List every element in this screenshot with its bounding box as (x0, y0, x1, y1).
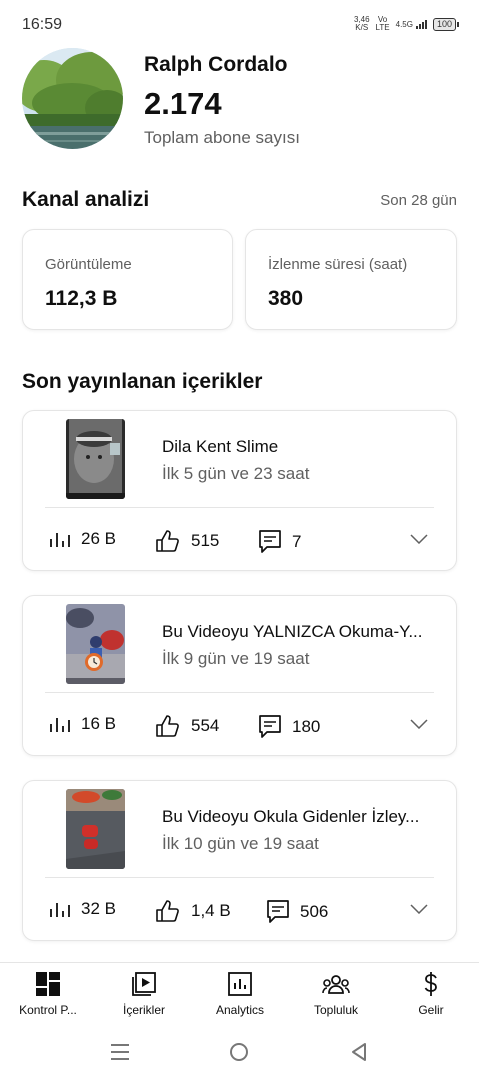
bar-chart-icon (49, 899, 71, 919)
nav-analytics[interactable]: Analytics (192, 971, 288, 1017)
comments-metric: 180 (258, 714, 320, 740)
likes-metric: 554 (155, 714, 219, 738)
nav-label: Gelir (418, 1003, 444, 1017)
home-icon[interactable] (229, 1042, 249, 1067)
views-card[interactable]: Görüntüleme 112,3 B (22, 229, 233, 330)
thumbs-up-icon (155, 529, 181, 553)
divider (45, 877, 434, 878)
video-age: İlk 10 gün ve 19 saat (162, 834, 319, 853)
video-card[interactable]: Dila Kent Slime İlk 5 gün ve 23 saat 26 … (22, 410, 457, 571)
thumbs-up-icon (155, 899, 181, 923)
comment-icon (266, 899, 290, 925)
likes-metric: 1,4 B (155, 899, 231, 923)
views-value: 112,3 B (45, 287, 118, 310)
nav-label: Kontrol P... (19, 1003, 77, 1017)
chevron-down-icon[interactable] (410, 531, 428, 549)
nav-dashboard[interactable]: Kontrol P... (0, 971, 96, 1017)
signal-icon: 4.5G (396, 19, 427, 29)
nav-label: İçerikler (122, 1003, 165, 1017)
dollar-icon (383, 971, 479, 997)
nav-content[interactable]: İçerikler (96, 971, 192, 1017)
watch-time-value: 380 (268, 287, 304, 310)
comment-icon (258, 714, 282, 740)
chevron-down-icon[interactable] (410, 901, 428, 919)
video-card[interactable]: Bu Videoyu YALNIZCA Okuma-Y... İlk 9 gün… (22, 595, 457, 756)
bar-chart-icon (49, 714, 71, 734)
video-age: İlk 9 gün ve 19 saat (162, 649, 310, 668)
likes-metric: 515 (155, 529, 219, 553)
nav-earn[interactable]: Gelir (383, 971, 479, 1017)
thumbs-up-icon (155, 714, 181, 738)
volte-indicator: Vo LTE (375, 15, 390, 32)
menu-icon[interactable] (110, 1042, 130, 1067)
status-bar: 16:59 3,46 K/S Vo LTE 4.5G 100 (0, 0, 479, 50)
comments-metric: 7 (258, 529, 301, 555)
video-title: Bu Videoyu YALNIZCA Okuma-Y... (162, 622, 423, 641)
video-title: Dila Kent Slime (162, 437, 279, 456)
video-thumbnail[interactable] (66, 604, 125, 684)
video-thumbnail[interactable] (66, 419, 125, 499)
divider (45, 692, 434, 693)
battery-icon: 100 (432, 17, 459, 31)
views-label: Görüntüleme (45, 256, 132, 273)
status-indicators: 3,46 K/S Vo LTE 4.5G 100 (354, 16, 459, 32)
subscriber-count: 2.174 (144, 86, 222, 121)
video-title: Bu Videoyu Okula Gidenler İzley... (162, 807, 420, 826)
back-icon[interactable] (350, 1042, 368, 1067)
views-metric: 16 B (49, 714, 116, 734)
analytics-range[interactable]: Son 28 gün (380, 192, 457, 209)
network-speed: 3,46 K/S (353, 15, 370, 32)
system-navigation-bar (0, 1028, 479, 1080)
bar-chart-icon (49, 529, 71, 549)
status-time: 16:59 (22, 16, 63, 33)
analytics-icon (192, 971, 288, 997)
analytics-title: Kanal analizi (22, 188, 150, 211)
channel-avatar[interactable] (22, 48, 123, 149)
nav-label: Topluluk (313, 1003, 359, 1017)
views-metric: 26 B (49, 529, 116, 549)
nav-community[interactable]: Topluluk (288, 971, 384, 1017)
community-icon (288, 971, 384, 997)
divider (45, 507, 434, 508)
dashboard-icon (0, 971, 96, 997)
views-metric: 32 B (49, 899, 116, 919)
watch-time-card[interactable]: İzlenme süresi (saat) 380 (245, 229, 457, 330)
watch-time-label: İzlenme süresi (saat) (268, 256, 408, 273)
content-icon (96, 971, 192, 997)
channel-name: Ralph Cordalo (144, 53, 288, 76)
comments-metric: 506 (266, 899, 328, 925)
nav-label: Analytics (215, 1003, 265, 1017)
recent-content-title: Son yayınlanan içerikler (22, 370, 263, 393)
video-thumbnail[interactable] (66, 789, 125, 869)
comment-icon (258, 529, 282, 555)
bottom-navigation: Kontrol P... İçerikler Analytics Toplulu… (0, 962, 479, 1027)
video-card[interactable]: Bu Videoyu Okula Gidenler İzley... İlk 1… (22, 780, 457, 941)
video-age: İlk 5 gün ve 23 saat (162, 464, 310, 483)
chevron-down-icon[interactable] (410, 716, 428, 734)
subscriber-label: Toplam abone sayısı (144, 128, 300, 147)
